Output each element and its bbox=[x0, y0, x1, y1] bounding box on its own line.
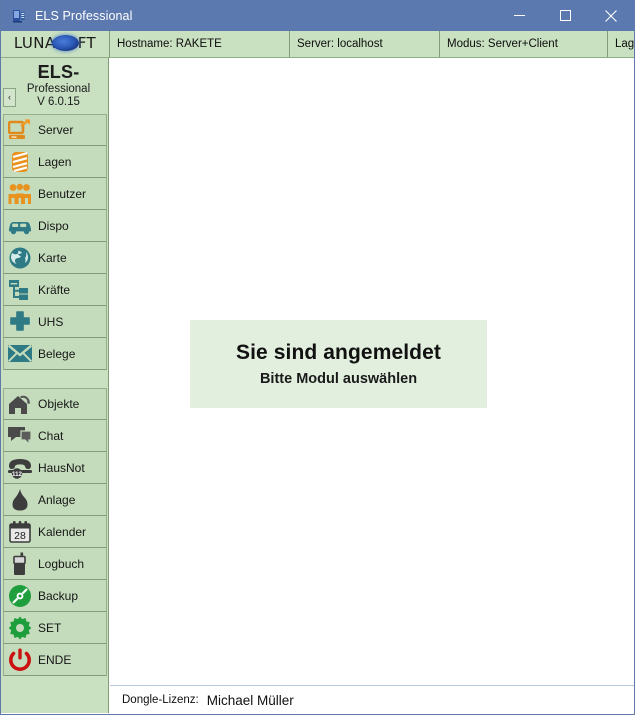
sidebar-item-label: Logbuch bbox=[38, 556, 85, 571]
title-bar[interactable]: ELS Professional bbox=[1, 0, 634, 31]
sidebar-item-label: Lagen bbox=[38, 154, 72, 169]
sidebar-item-label: HausNot bbox=[38, 460, 85, 475]
org-tree-icon bbox=[5, 275, 35, 305]
users-group-icon bbox=[5, 179, 35, 209]
info-hostname: Hostname: RAKETE bbox=[110, 31, 290, 57]
envelope-icon bbox=[5, 339, 35, 369]
sidebar-group-separator bbox=[1, 370, 108, 388]
sidebar-item-label: Belege bbox=[38, 346, 76, 361]
svg-text:28: 28 bbox=[14, 530, 26, 542]
dongle-license-value: Michael Müller bbox=[206, 692, 294, 708]
sidebar-brand: ‹ ELS- Professional V 6.0.15 bbox=[1, 58, 108, 114]
calendar-28-icon: 28 bbox=[5, 517, 35, 547]
sidebar-item-anlage[interactable]: Anlage bbox=[3, 484, 107, 516]
sidebar-item-label: Karte bbox=[38, 250, 67, 265]
sidebar-item-ende[interactable]: ENDE bbox=[3, 644, 107, 676]
sidebar-item-objekte[interactable]: Objekte bbox=[3, 388, 107, 420]
sidebar-item-label: Server bbox=[38, 123, 74, 137]
car-icon bbox=[5, 211, 35, 241]
radio-device-icon bbox=[5, 549, 35, 579]
sidebar-item-lagen[interactable]: Lagen bbox=[3, 146, 107, 178]
sidebar-item-label: Dispo bbox=[38, 218, 69, 233]
power-icon bbox=[5, 645, 35, 675]
sidebar-item-belege[interactable]: Belege bbox=[3, 338, 107, 370]
info-modus: Modus: Server+Client bbox=[440, 31, 608, 57]
window-controls bbox=[496, 0, 634, 31]
medical-cross-icon bbox=[5, 307, 35, 337]
brand-edition: Professional bbox=[26, 82, 91, 95]
svg-text:112: 112 bbox=[12, 470, 23, 477]
window-title: ELS Professional bbox=[35, 8, 133, 23]
sidebar-item-label: ENDE bbox=[38, 652, 72, 667]
sidebar-item-label: Objekte bbox=[38, 397, 80, 411]
sidebar-item-label: UHS bbox=[38, 314, 64, 329]
sidebar: ‹ ELS- Professional V 6.0.15 Server Lage… bbox=[1, 58, 109, 713]
sidebar-item-label: Backup bbox=[38, 588, 79, 603]
globe-icon bbox=[5, 243, 35, 273]
main-content-area: Sie sind angemeldet Bitte Modul auswähle… bbox=[109, 58, 634, 713]
login-status-title: Sie sind angemeldet bbox=[236, 340, 441, 364]
sidebar-item-kraefte[interactable]: Kräfte bbox=[3, 274, 107, 306]
info-lage: Lage: 0 bbox=[615, 38, 634, 50]
sidebar-item-hausnot[interactable]: 112 HausNot bbox=[3, 452, 107, 484]
info-server: Server: localhost bbox=[290, 31, 440, 57]
sidebar-item-label: Kräfte bbox=[38, 282, 71, 297]
application-icon bbox=[11, 8, 27, 24]
sidebar-item-label: Chat bbox=[38, 428, 64, 443]
sidebar-item-karte[interactable]: Karte bbox=[3, 242, 107, 274]
sidebar-item-label: SET bbox=[38, 620, 62, 635]
brand-version: V 6.0.15 bbox=[37, 96, 80, 108]
brand-name: ELS- bbox=[37, 61, 80, 82]
body-container: ‹ ELS- Professional V 6.0.15 Server Lage… bbox=[1, 58, 634, 713]
sidebar-item-benutzer[interactable]: Benutzer bbox=[3, 178, 107, 210]
house-icon bbox=[5, 389, 35, 419]
dongle-license-label: Dongle-Lizenz: bbox=[122, 694, 199, 706]
speech-bubbles-icon bbox=[5, 421, 35, 451]
database-layers-icon bbox=[5, 147, 35, 177]
sidebar-item-server[interactable]: Server bbox=[3, 114, 107, 146]
sidebar-item-set[interactable]: SET bbox=[3, 612, 107, 644]
sidebar-item-dispo[interactable]: Dispo bbox=[3, 210, 107, 242]
lunasoft-logo: LUNASOFT bbox=[1, 31, 110, 57]
close-button[interactable] bbox=[588, 0, 634, 31]
sidebar-filler bbox=[1, 676, 108, 713]
info-bar: LUNASOFT Hostname: RAKETE Server: localh… bbox=[1, 31, 634, 58]
lunasoft-moon-logo-icon bbox=[52, 35, 79, 51]
maximize-button[interactable] bbox=[542, 0, 588, 31]
flame-icon bbox=[5, 485, 35, 515]
sidebar-item-logbuch[interactable]: Logbuch bbox=[3, 548, 107, 580]
sidebar-item-label: Benutzer bbox=[38, 186, 87, 201]
telephone-112-icon: 112 bbox=[5, 453, 35, 483]
login-status-panel: Sie sind angemeldet Bitte Modul auswähle… bbox=[190, 320, 487, 408]
disc-backup-icon bbox=[5, 581, 35, 611]
sidebar-item-backup[interactable]: Backup bbox=[3, 580, 107, 612]
application-window: ELS Professional LUNASOFT Hostname: RAKE… bbox=[0, 0, 635, 715]
sidebar-item-uhs[interactable]: UHS bbox=[3, 306, 107, 338]
status-bar: Dongle-Lizenz: Michael Müller bbox=[110, 685, 634, 714]
sidebar-item-chat[interactable]: Chat bbox=[3, 420, 107, 452]
sidebar-item-label: Kalender bbox=[38, 524, 87, 539]
sidebar-item-kalender[interactable]: 28 Kalender bbox=[3, 516, 107, 548]
gear-icon bbox=[5, 613, 35, 643]
login-status-subtitle: Bitte Modul auswählen bbox=[259, 371, 418, 388]
sidebar-item-label: Anlage bbox=[38, 492, 76, 507]
sidebar-collapse-button[interactable]: ‹ bbox=[3, 88, 16, 107]
server-monitor-icon bbox=[5, 115, 35, 145]
minimize-button[interactable] bbox=[496, 0, 542, 31]
